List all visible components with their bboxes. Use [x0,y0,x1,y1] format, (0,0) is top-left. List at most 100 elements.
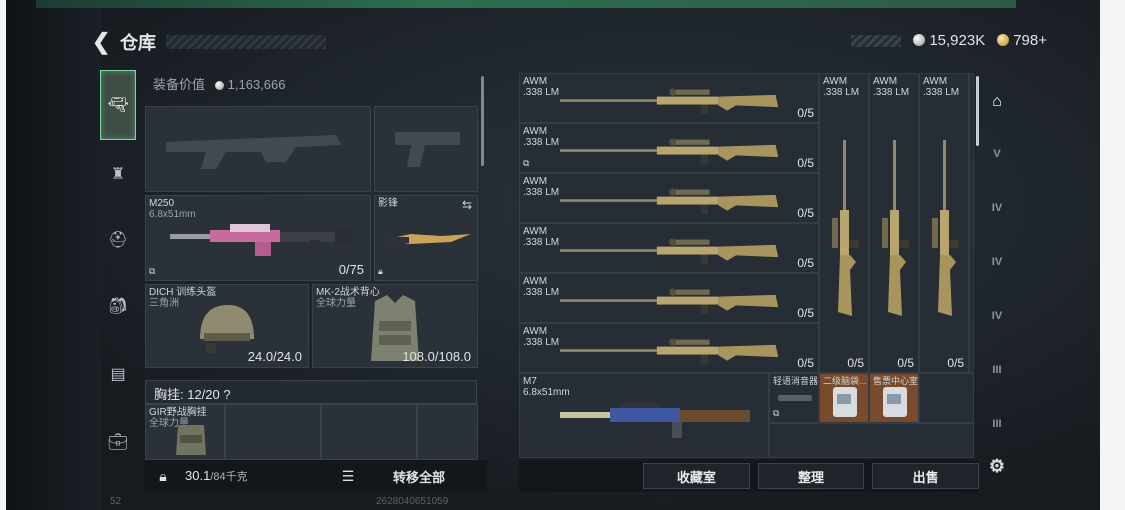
item-image [830,140,860,325]
awm-rifle-icon [560,288,779,314]
awm-rifle-vertical-icon [832,140,859,316]
header-decoration [166,35,326,49]
helmet-name-text: DICH 训练头盔 [149,287,217,298]
list-icon[interactable]: ☰ [335,468,361,485]
nav-backpack[interactable]: 🎒︎ [100,288,136,324]
tab-all[interactable]: ⌂ [982,87,1012,117]
chest-rig-pocket[interactable] [321,404,417,460]
chest-rig-name-text: GIR野战胸挂 [149,407,207,418]
empty-pistol-slot[interactable] [374,106,478,192]
chest-rig-pocket[interactable] [417,404,478,460]
item-name: AWM .338 LM [523,226,559,248]
helmet-slot[interactable]: DICH 训练头盔 三角洲 24.0/24.0 [145,284,309,368]
chest-rig-pocket[interactable] [225,404,321,460]
briefcase-icon: 💼︎ [107,434,129,451]
item-name-text: AWM [523,226,548,237]
item-caliber: .338 LM [523,337,560,348]
helmet-icon: ⛑︎ [107,232,129,249]
equipment-value-label: 装备价值 [153,77,206,92]
nav-armor[interactable]: ♜ [100,156,136,192]
stash-item-small[interactable]: 售票中心室 [869,373,919,423]
nav-case[interactable]: 💼︎ [100,424,136,460]
tab-v[interactable]: V [982,139,1012,169]
page-header: ❮ 仓库 [92,28,326,56]
stash-item-awm[interactable]: AWM .338 LM 0/5 [519,173,819,223]
item-name-text: AWM [523,176,548,187]
stash-item-awm[interactable]: AWM .338 LM 0/5 [519,73,819,123]
armor-slot[interactable]: MK-2战术背心 全球力量 108.0/108.0 [312,284,478,368]
item-name-text: AWM [523,76,548,87]
armor-brand: 全球力量 [316,298,356,309]
item-ammo: 0/5 [797,106,814,120]
stash-item-awm-vertical[interactable]: AWM .338 LM 0/5 [919,73,969,373]
transfer-all-button[interactable]: 转移全部 [393,467,445,486]
nav-helmet[interactable]: ⛑︎ [100,222,136,258]
tab-iv-b[interactable]: IV [982,247,1012,277]
tab-iv-a[interactable]: IV [982,193,1012,223]
lock-icon[interactable]: 🔒︎ [151,468,175,485]
item-name: AWM .338 LM [523,126,559,148]
silencer-icon [778,395,812,401]
awm-rifle-icon [560,238,779,264]
top-progress-strip [36,0,1016,8]
item-name-text: AWM [523,126,548,137]
tab-iii-a[interactable]: III [982,355,1012,385]
stash-item-awm[interactable]: AWM .338 LM 0/5 [519,223,819,273]
silver-coin-icon [913,34,926,46]
tab-iii-b[interactable]: III [982,409,1012,439]
stash-item-awm-vertical[interactable]: AWM .338 LM 0/5 [819,73,869,373]
empty-primary-slot[interactable] [145,106,371,192]
chest-rig-icon [176,425,206,455]
item-name-text: AWM [873,76,898,87]
awm-rifle-icon [560,338,779,364]
chest-rig-slot[interactable]: GIR野战胸挂 全球力量 [145,404,225,460]
item-ammo: 0/5 [797,206,814,220]
item-image [560,336,780,371]
helmet-durability: 24.0/24.0 [247,349,302,364]
awm-rifle-vertical-icon [882,140,909,316]
empty-stash-slot[interactable] [769,423,974,458]
sell-button[interactable]: 出售 [872,463,980,489]
unlink-icon: ⧉ [773,408,780,418]
stash-item-awm[interactable]: AWM .338 LM ⧉ 0/5 [519,123,819,173]
item-ammo: 0/5 [797,156,814,170]
nav-weapons[interactable]: 🔫︎ [100,70,136,140]
stash-item-m7[interactable]: M7 6.8x51mm [519,373,769,458]
tab-iv-c[interactable]: IV [982,301,1012,331]
empty-stash-slot[interactable] [919,373,974,423]
chest-rig-header[interactable]: 胸挂: 12/20 ? [145,380,477,404]
stash-item-small[interactable]: 轻语消音器 ⧉ [769,373,819,423]
item-name: AWM .338 LM [523,76,559,98]
empty-stash-slot[interactable] [969,73,974,373]
item-caliber: .338 LM [523,287,560,298]
stash-item-awm[interactable]: AWM .338 LM 0/5 [519,273,819,323]
weapon-ammo: 0/75 [338,262,364,277]
collection-room-button[interactable]: 收藏室 [643,463,750,489]
melee-slot[interactable]: 影锋 ⇆ 🔒︎ [374,195,478,281]
currency-bar: 15,923K 798+ [851,32,1047,49]
footer-left-text: 52 [110,496,122,507]
stash-item-awm[interactable]: AWM .338 LM 0/5 [519,323,819,373]
tier-iv-icon: IV [991,310,1003,322]
item-caliber: .338 LM [523,87,560,98]
settings-gear-icon[interactable]: ⚙ [982,451,1012,481]
back-chevron-icon[interactable]: ❮ [92,29,114,55]
stash-scrollbar[interactable] [976,76,979,146]
item-caliber: .338 LM [523,187,560,198]
primary-weapon-slot[interactable]: M250 6.8x51mm ⧉ 0/75 [145,195,371,281]
gold-currency[interactable]: 798+ [997,32,1047,49]
equipment-scrollbar[interactable] [481,76,484,166]
carry-weight: 30.1/84千克 [185,468,335,484]
unlink-icon: ⧉ [523,158,530,168]
stash-item-small[interactable]: 二级脑袋... [819,373,869,423]
item-name: AWM .338 LM [523,326,559,348]
stash-item-awm-vertical[interactable]: AWM .338 LM 0/5 [869,73,919,373]
tier-iii-icon: III [992,364,1002,376]
stash-category-nav: ⌂ V IV IV IV III III ⚙ [980,73,1014,493]
nav-vest[interactable]: ▤ [100,356,136,392]
item-name: M7 6.8x51mm [523,376,570,398]
knife-icon [383,234,471,244]
item-image [560,186,780,221]
swap-icon[interactable]: ⇆ [462,198,472,212]
organize-button[interactable]: 整理 [757,463,865,489]
